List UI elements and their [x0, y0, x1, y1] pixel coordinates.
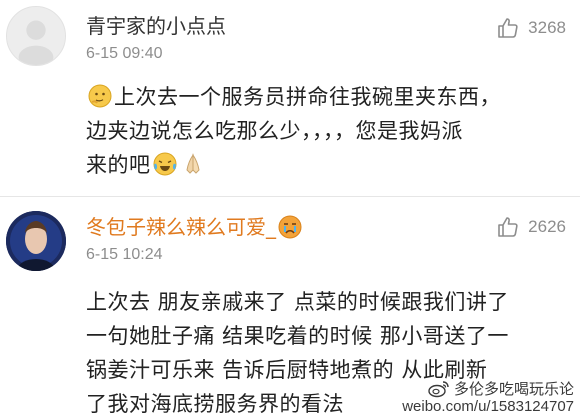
watermark-name: 多伦多吃喝玩乐论	[453, 380, 574, 398]
comment-line: 边夹边说怎么吃那么少，，，，您是我妈派	[86, 119, 463, 143]
comment-line: 一句她肚子痛 结果吃着的时候 那小哥送了一	[86, 324, 509, 348]
avatar[interactable]	[6, 6, 66, 66]
timestamp: 6-15 09:40	[86, 45, 163, 62]
comments-screen: 青宇家的小点点 6-15 09:40 3268 上次去一个服务员拼命往我碗里夹东…	[0, 0, 580, 420]
username[interactable]: 青宇家的小点点	[86, 14, 226, 38]
thinking-face-emoji	[88, 84, 112, 108]
username[interactable]: 冬包子辣么辣么可爱_	[86, 215, 304, 241]
like-count: 2626	[528, 217, 566, 236]
crying-face-emoji	[278, 215, 302, 239]
comment-item: 青宇家的小点点 6-15 09:40 3268 上次去一个服务员拼命往我碗里夹东…	[0, 0, 580, 196]
folded-hands-emoji	[181, 152, 205, 176]
like-button[interactable]: 3268	[496, 16, 566, 40]
comment-line: 来的吧	[86, 148, 556, 182]
comment-line: 上次去一个服务员拼命往我碗里夹东西，	[86, 80, 556, 114]
thumbs-up-icon	[498, 18, 518, 38]
thumbs-up-icon	[498, 217, 518, 237]
comment-line: 上次去 朋友亲戚来了 点菜的时候跟我们讲了	[86, 290, 509, 314]
watermark-url: weibo.com/u/1583124707	[402, 398, 574, 415]
tears-of-joy-emoji	[153, 152, 177, 176]
comment-text: 上次去一个服务员拼命往我碗里夹东西， 边夹边说怎么吃那么少，，，，您是我妈派 来…	[86, 80, 556, 182]
timestamp: 6-15 10:24	[86, 246, 163, 263]
weibo-logo-icon	[428, 381, 449, 398]
like-button[interactable]: 2626	[496, 215, 566, 239]
watermark: 多伦多吃喝玩乐论 weibo.com/u/1583124707	[402, 380, 574, 416]
avatar[interactable]	[6, 211, 66, 271]
like-count: 3268	[528, 18, 566, 37]
